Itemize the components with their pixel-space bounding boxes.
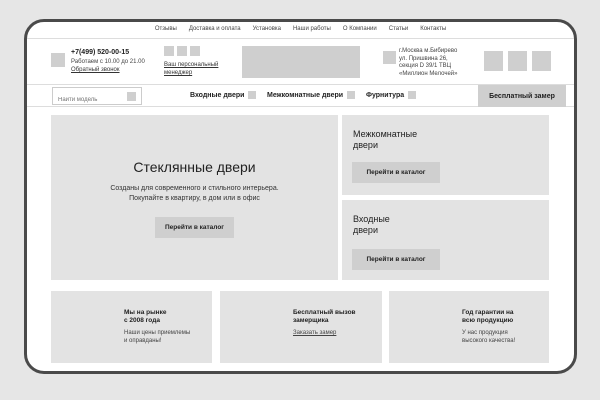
hero-line-2: Покупайте в квартиру, в дом или в офис [129, 195, 260, 202]
chevron-down-icon [248, 91, 257, 99]
social-icon-3[interactable] [532, 51, 551, 71]
feature-card-market: Мы на рынке с 2008 года Наши цены приемл… [51, 291, 212, 363]
nav-link-reviews[interactable]: Отзывы [155, 26, 177, 32]
nav-link-contacts[interactable]: Контакты [420, 26, 446, 32]
menu-interior-label: Межкомнатные двери [267, 91, 344, 99]
card-title: Мы на рынке с 2008 года [124, 309, 166, 325]
nav-link-about[interactable]: О Компании [343, 26, 377, 32]
nav-link-installation[interactable]: Установка [253, 26, 281, 32]
entrance-title-line-1: Входные [353, 214, 390, 224]
entrance-doors-panel: Входные двери Перейти в каталог [342, 200, 549, 280]
card-title-line-1: Бесплатный вызов [293, 309, 356, 316]
feature-card-measure: Бесплатный вызов замерщика Заказать заме… [220, 291, 382, 363]
address-line-3: секция D 39/1 ТВЦ [399, 63, 452, 69]
manager-icon-2 [177, 46, 187, 56]
card-title-line-2: всю продукцию [462, 317, 514, 324]
interior-catalog-button[interactable]: Перейти в каталог [352, 162, 440, 183]
hero-title: Стеклянные двери [133, 159, 256, 175]
browser-frame: Отзывы Доставка и оплата Установка Наши … [24, 19, 577, 374]
search-icon[interactable] [127, 92, 136, 101]
manager-line-1: Ваш персональный [164, 62, 219, 68]
card-title-line-1: Мы на рынке [124, 309, 167, 316]
address-line-1: г.Москва м.Бибирево [399, 48, 458, 54]
interior-title-line-2: двери [353, 140, 378, 150]
divider [27, 38, 574, 39]
menu-hardware-label: Фурнитура [366, 91, 405, 99]
working-hours: Работаем с 10.00 до 21.00 [71, 59, 145, 65]
social-icon-2[interactable] [508, 51, 527, 71]
entrance-catalog-button[interactable]: Перейти в каталог [352, 249, 440, 270]
card-title: Бесплатный вызов замерщика [293, 309, 356, 325]
nav-link-delivery[interactable]: Доставка и оплата [189, 26, 241, 32]
hero-line-1: Созданы для современного и стильного инт… [110, 185, 279, 192]
address-line-4: «Миллион Мелочей» [399, 70, 458, 77]
callback-link[interactable]: Обратный звонок [71, 67, 120, 73]
card-description: У нас продукция высокого качества! [462, 329, 515, 345]
manager-icon-3 [190, 46, 200, 56]
personal-manager-link[interactable]: Ваш персональный менеджер [164, 61, 218, 77]
hero-catalog-button[interactable]: Перейти в каталог [155, 217, 234, 238]
card-title: Год гарантии на всю продукцию [462, 309, 514, 325]
free-measure-button[interactable]: Бесплатный замер [478, 85, 566, 107]
card-desc-line-2: высокого качества! [462, 338, 516, 344]
phone-number[interactable]: +7(499) 520-00-15 [71, 49, 129, 56]
order-measure-link[interactable]: Заказать замер [293, 329, 336, 337]
card-title-line-2: с 2008 года [124, 317, 160, 324]
interior-doors-panel: Межкомнатные двери Перейти в каталог [342, 115, 549, 195]
entrance-title-line-2: двери [353, 225, 378, 235]
phone-icon [51, 53, 65, 67]
hero-description: Созданы для современного и стильного инт… [51, 184, 338, 204]
interior-doors-title: Межкомнатные двери [353, 129, 417, 151]
menu-interior-doors[interactable]: Межкомнатные двери [267, 91, 356, 99]
manager-line-2: менеджер [164, 70, 193, 76]
location-icon [383, 51, 396, 64]
manager-icon-1 [164, 46, 174, 56]
logo-placeholder[interactable] [242, 46, 360, 78]
card-desc-line-1: Наши цены приемлемы [124, 330, 191, 336]
hero-banner: Стеклянные двери Созданы для современног… [51, 115, 338, 280]
card-desc-line-1: У нас продукция [462, 330, 508, 336]
card-desc-line-2: и оправданы! [124, 338, 162, 344]
search-box [52, 87, 142, 108]
nav-link-articles[interactable]: Статьи [389, 26, 408, 32]
chevron-down-icon [347, 91, 356, 99]
card-description: Наши цены приемлемы и оправданы! [124, 329, 190, 345]
entrance-doors-title: Входные двери [353, 214, 390, 236]
interior-title-line-1: Межкомнатные [353, 129, 418, 139]
card-title-line-1: Год гарантии на [462, 309, 514, 316]
store-address: г.Москва м.Бибирево ул. Пришвина 26, сек… [399, 48, 458, 78]
search-input[interactable] [53, 92, 123, 108]
feature-card-warranty: Год гарантии на всю продукцию У нас прод… [389, 291, 549, 363]
card-title-line-2: замерщика [293, 317, 329, 324]
chevron-down-icon [408, 91, 417, 99]
menu-hardware[interactable]: Фурнитура [366, 91, 417, 99]
menu-entrance-label: Входные двери [190, 91, 245, 99]
top-navigation: Отзывы Доставка и оплата Установка Наши … [27, 26, 574, 32]
search-menu-bar: Входные двери Межкомнатные двери Фурниту… [27, 84, 574, 108]
address-line-2: ул. Пришвина 26, [399, 55, 448, 62]
nav-link-works[interactable]: Наши работы [293, 26, 331, 32]
menu-entrance-doors[interactable]: Входные двери [190, 91, 257, 99]
social-icon-1[interactable] [484, 51, 503, 71]
